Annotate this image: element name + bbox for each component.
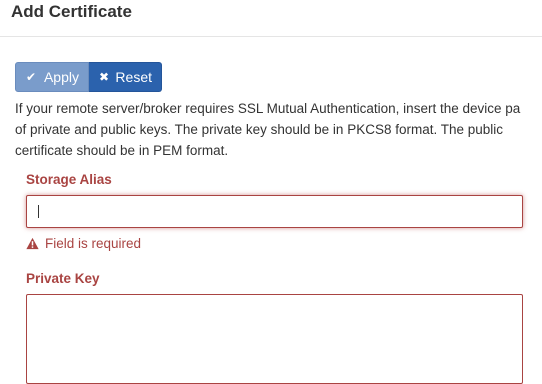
private-key-label: Private Key bbox=[26, 271, 100, 286]
dialog-header: Add Certificate bbox=[0, 0, 542, 37]
reset-button[interactable]: ✖ Reset bbox=[89, 62, 162, 92]
storage-alias-error: Field is required bbox=[26, 236, 141, 251]
warning-icon bbox=[26, 237, 39, 250]
text-cursor bbox=[38, 205, 39, 218]
check-icon: ✔ bbox=[26, 70, 37, 84]
storage-alias-error-text: Field is required bbox=[45, 236, 142, 251]
private-key-textarea[interactable] bbox=[26, 294, 523, 384]
apply-button-label: Apply bbox=[43, 69, 79, 85]
apply-button[interactable]: ✔ Apply bbox=[15, 62, 89, 92]
toolbar: ✔ Apply ✖ Reset bbox=[15, 62, 162, 92]
storage-alias-label: Storage Alias bbox=[26, 172, 112, 187]
storage-alias-input[interactable] bbox=[26, 195, 523, 228]
description-text: If your remote server/broker requires SS… bbox=[15, 101, 521, 158]
dialog-title: Add Certificate bbox=[11, 2, 132, 21]
reset-button-label: Reset bbox=[115, 69, 152, 85]
close-icon: ✖ bbox=[99, 70, 110, 84]
